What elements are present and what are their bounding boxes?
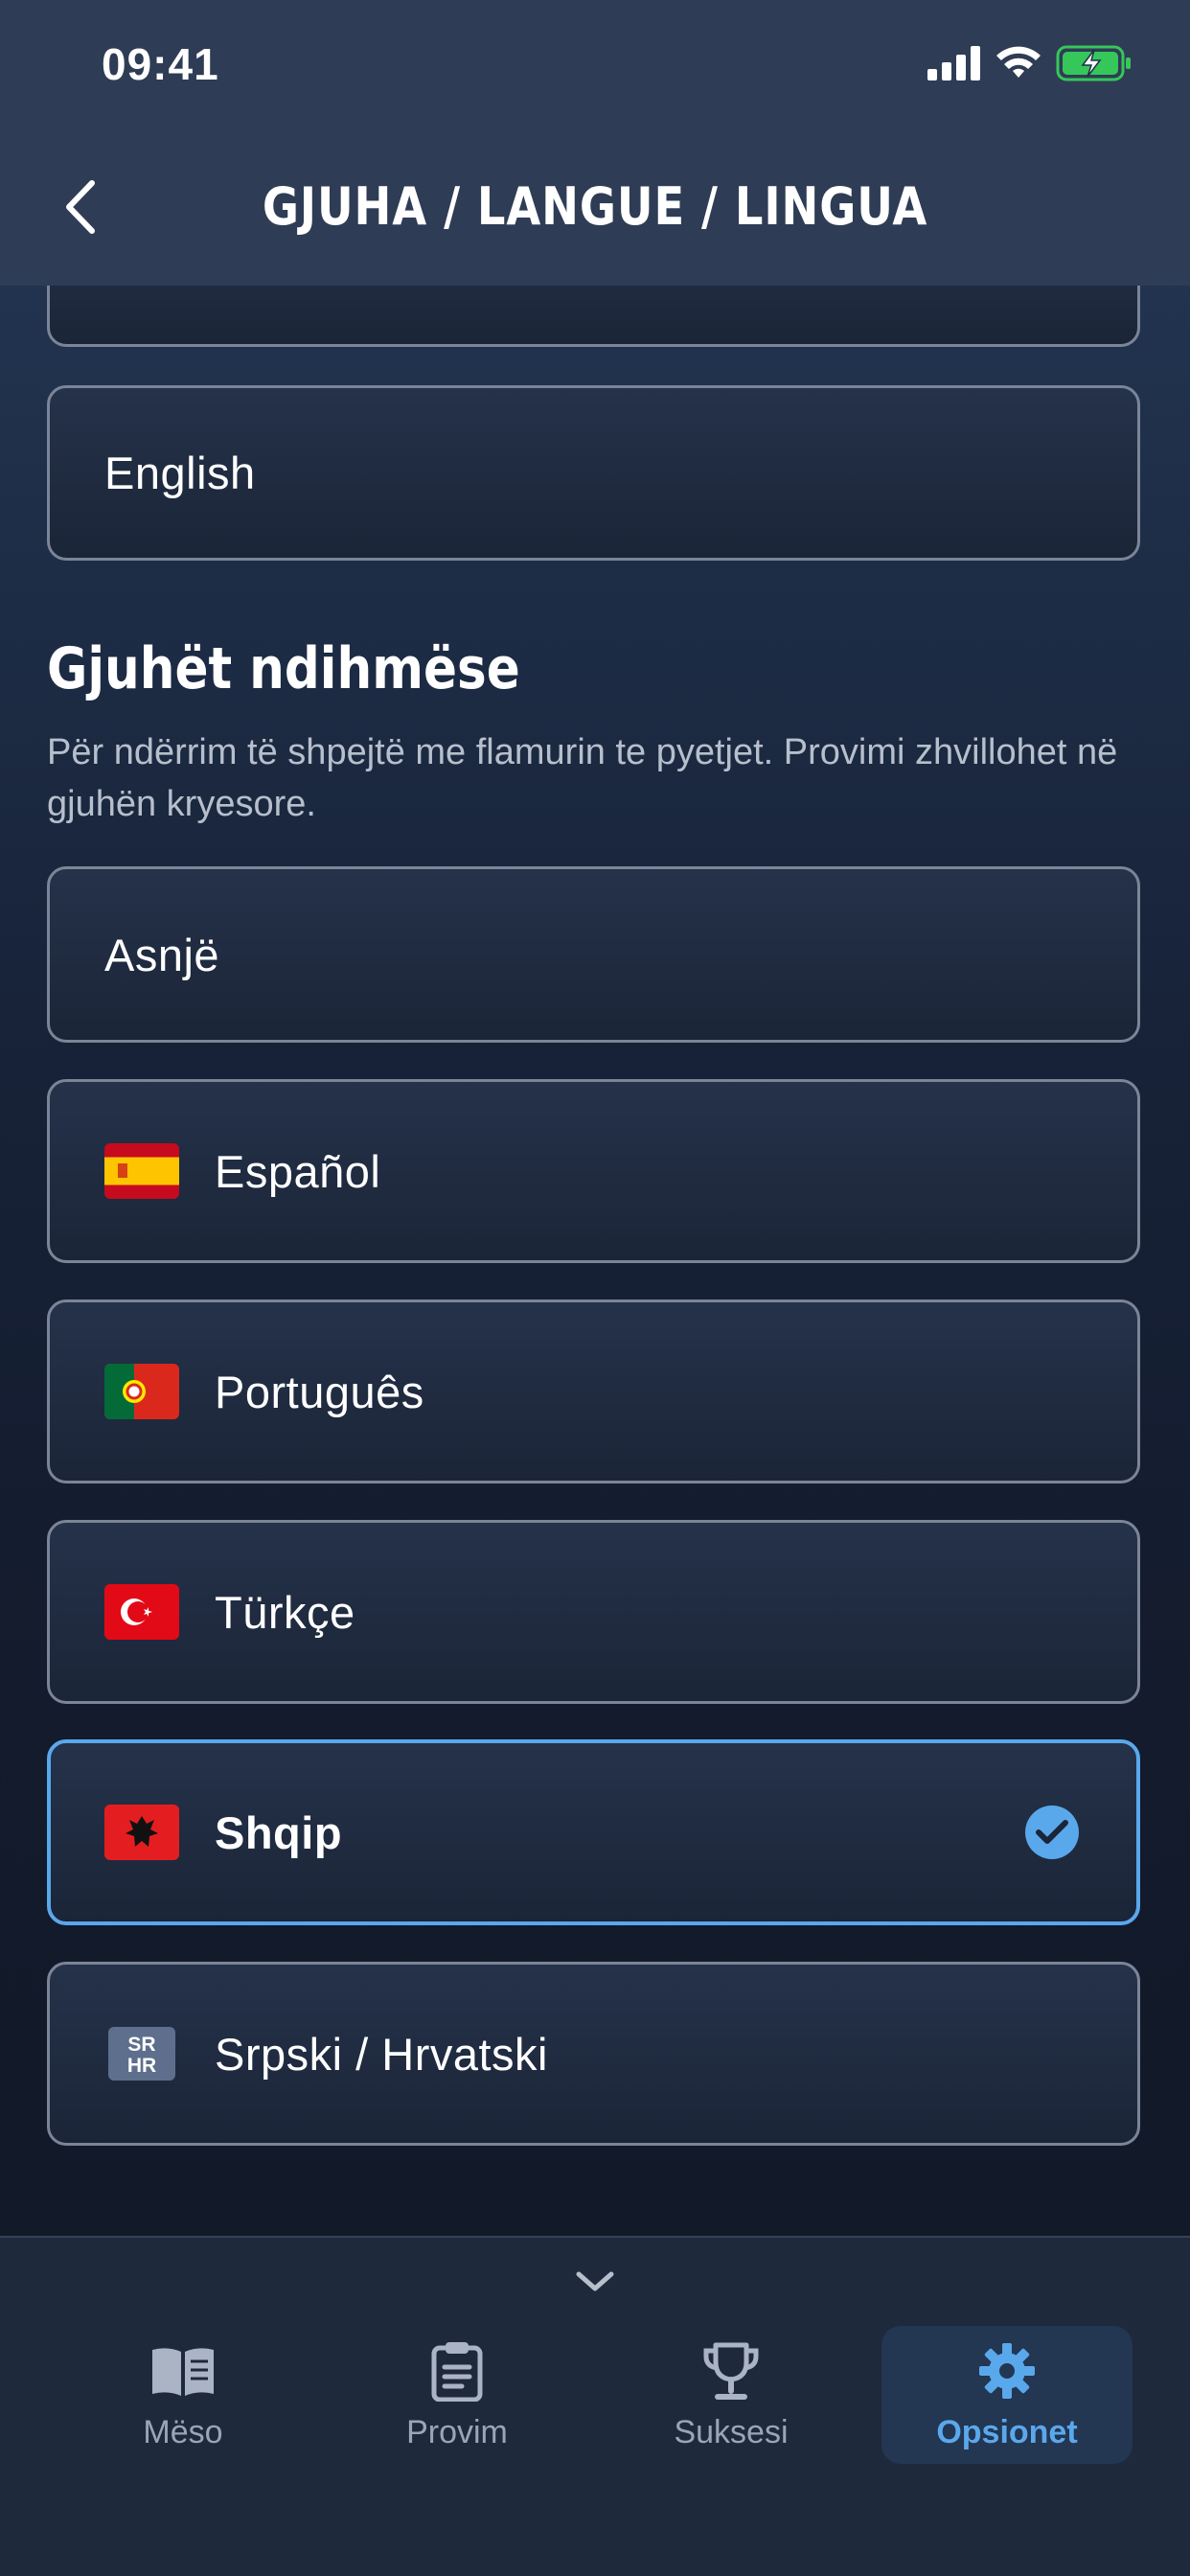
aux-option-srpski-hrvatski[interactable]: SR HR Srpski / Hrvatski — [47, 1962, 1140, 2146]
clipboard-icon — [431, 2342, 483, 2402]
sr-hr-badge-icon: SR HR — [108, 2027, 175, 2081]
trophy-icon — [703, 2342, 759, 2400]
wifi-icon — [996, 46, 1041, 78]
battery-charging-icon — [1056, 45, 1131, 81]
language-label: Türkçe — [215, 1586, 355, 1638]
gear-icon — [979, 2343, 1035, 2399]
signal-icon — [927, 46, 980, 80]
status-time: 09:41 — [102, 39, 219, 89]
portugal-flag-icon — [104, 1364, 179, 1419]
svg-text:SR: SR — [127, 2034, 155, 2056]
tab-label: Suksesi — [674, 2414, 789, 2450]
book-icon — [152, 2348, 214, 2396]
tab-suksesi[interactable]: Suksesi — [606, 2326, 856, 2464]
aux-option-turkce[interactable]: Türkçe — [47, 1520, 1140, 1704]
tab-label: Provim — [406, 2414, 508, 2450]
status-icons — [927, 42, 1133, 84]
language-label: Español — [215, 1145, 381, 1197]
checkmark-icon — [1025, 1806, 1079, 1859]
tab-label: Opsionet — [936, 2414, 1078, 2450]
chevron-down-icon[interactable] — [573, 2266, 617, 2295]
aux-option-shqip[interactable]: Shqip — [47, 1739, 1140, 1925]
language-label: Português — [215, 1366, 424, 1417]
aux-option-espanol[interactable]: Español — [47, 1079, 1140, 1263]
svg-text:HR: HR — [127, 2055, 156, 2077]
language-settings-content[interactable]: English Gjuhët ndihmëse Për ndërrim të s… — [0, 286, 1190, 2236]
turkey-flag-icon — [104, 1584, 179, 1640]
albania-flag-icon — [104, 1805, 179, 1860]
language-label: English — [104, 448, 256, 498]
page-title: GJUHA / LANGUE / LINGUA — [262, 176, 928, 237]
language-label: Asnjë — [104, 929, 220, 980]
aux-option-none[interactable]: Asnjë — [47, 866, 1140, 1043]
bottom-tab-bar: Mëso Provim Suksesi Opsionet — [0, 2236, 1190, 2576]
tab-meso[interactable]: Mëso — [58, 2326, 308, 2464]
tab-opsionet[interactable]: Opsionet — [881, 2326, 1133, 2464]
auxiliary-languages-title: Gjuhët ndihmëse — [47, 635, 520, 702]
aux-option-portugues[interactable]: Português — [47, 1300, 1140, 1484]
spain-flag-icon — [104, 1143, 179, 1199]
tab-provim[interactable]: Provim — [332, 2326, 582, 2464]
language-label: Shqip — [215, 1806, 343, 1858]
tab-label: Mëso — [143, 2414, 223, 2450]
primary-language-english[interactable]: English — [47, 385, 1140, 561]
language-option-partial[interactable] — [47, 286, 1140, 347]
navigation-header: 09:41 GJUHA / LANGUE / LINGUA — [0, 0, 1190, 286]
language-label: Srpski / Hrvatski — [215, 2028, 548, 2080]
auxiliary-languages-description: Për ndërrim të shpejtë me flamurin te py… — [47, 732, 1118, 824]
